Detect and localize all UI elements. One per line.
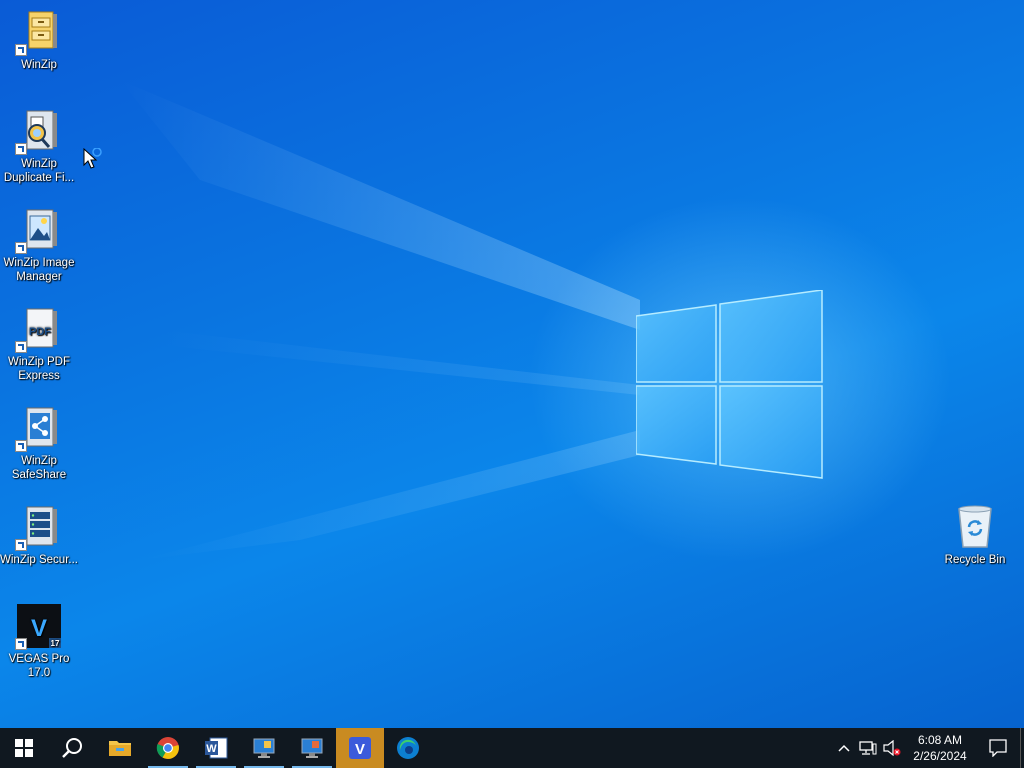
taskbar-chrome[interactable] [144, 728, 192, 768]
desktop-icon-label: Recycle Bin [944, 554, 1006, 566]
shortcut-arrow-icon [15, 638, 27, 650]
desktop-icon-label: VEGAS Pro 17.0 [8, 653, 70, 679]
taskbar-edge[interactable] [384, 728, 432, 768]
folder-icon [109, 741, 131, 756]
desktop-icon-winzip-safeshare[interactable]: WinZip SafeShare [0, 404, 78, 482]
show-desktop-button[interactable] [1020, 728, 1024, 768]
vegas-pro-icon: V 17 [15, 602, 63, 650]
winzip-safeshare-icon [15, 404, 63, 452]
show-hidden-icons-button[interactable] [832, 728, 856, 768]
desktop-icon-label: WinZip [21, 59, 57, 71]
mouse-cursor-icon [83, 148, 102, 169]
desktop-icon-winzip-secure-backup[interactable]: WinZip Secur... [0, 503, 78, 567]
vegas-taskbar-badge: V [355, 741, 365, 758]
taskbar-file-explorer[interactable] [96, 728, 144, 768]
desktop-icon-label: WinZip PDF Express [8, 356, 70, 382]
winzip-cabinet-icon [15, 8, 63, 56]
vegas-version-badge: 17 [51, 639, 60, 648]
word-badge-text: W [206, 743, 217, 755]
windows-start-icon [15, 739, 33, 757]
desktop-icon-winzip-pdf-express[interactable]: PDF WinZip PDF Express [0, 305, 78, 383]
taskbar-app-monitor-1[interactable] [240, 728, 288, 768]
shortcut-arrow-icon [15, 242, 27, 254]
desktop-icon-winzip-duplicate-finder[interactable]: WinZip Duplicate Fi... [0, 107, 78, 185]
shortcut-arrow-icon [15, 143, 27, 155]
windows-logo-wallpaper [636, 290, 823, 479]
action-center-button[interactable] [976, 728, 1020, 768]
search-icon [62, 738, 82, 758]
network-icon [859, 741, 877, 755]
pdf-badge-text: PDF [29, 326, 51, 338]
chrome-icon [156, 737, 179, 759]
desktop-icon-label: WinZip Image Manager [3, 257, 75, 283]
notification-icon [989, 739, 1007, 757]
search-button[interactable] [48, 728, 96, 768]
vegas-badge-text: V [31, 615, 47, 642]
shortcut-arrow-icon [15, 440, 27, 452]
desktop-icon-label: WinZip Duplicate Fi... [3, 158, 75, 184]
desktop-icon-label: WinZip Secur... [0, 554, 78, 566]
vegas-icon: V [349, 737, 371, 759]
volume-muted-icon [883, 740, 901, 756]
desktop-icon-vegas-pro[interactable]: V 17 VEGAS Pro 17.0 [0, 602, 78, 680]
desktop-icon-winzip[interactable]: WinZip [0, 8, 78, 72]
desktop[interactable]: WinZip WinZip Duplicate Fi... WinZip Ima… [0, 0, 1024, 728]
clock-date: 2/26/2024 [913, 749, 967, 763]
monitor-app-icon [301, 738, 323, 758]
taskbar-app-monitor-2[interactable] [288, 728, 336, 768]
taskbar-word[interactable]: W [192, 728, 240, 768]
taskbar-vegas[interactable]: V [336, 728, 384, 768]
desktop-icon-recycle-bin[interactable]: Recycle Bin [936, 503, 1014, 567]
monitor-app-icon [253, 738, 275, 758]
recycle-bin-icon [951, 503, 999, 551]
network-button[interactable] [856, 728, 880, 768]
word-icon: W [205, 737, 228, 759]
winzip-image-manager-icon [15, 206, 63, 254]
clock-time: 6:08 AM [917, 733, 963, 747]
start-button[interactable] [0, 728, 48, 768]
desktop-icon-winzip-image-manager[interactable]: WinZip Image Manager [0, 206, 78, 284]
system-tray: 6:08 AM 2/26/2024 [832, 728, 1024, 768]
shortcut-arrow-icon [15, 341, 27, 353]
winzip-pdf-express-icon: PDF [15, 305, 63, 353]
edge-icon [397, 737, 419, 759]
shortcut-arrow-icon [15, 44, 27, 56]
clock[interactable]: 6:08 AM 2/26/2024 [904, 732, 976, 764]
shortcut-arrow-icon [15, 539, 27, 551]
wallpaper-light-beams [120, 80, 640, 560]
winzip-secure-backup-icon [15, 503, 63, 551]
volume-button[interactable] [880, 728, 904, 768]
winzip-duplicate-finder-icon [15, 107, 63, 155]
chevron-up-icon [838, 744, 850, 752]
taskbar: W V 6:08 AM 2/26/2024 [0, 728, 1024, 768]
desktop-icon-label: WinZip SafeShare [11, 455, 67, 481]
